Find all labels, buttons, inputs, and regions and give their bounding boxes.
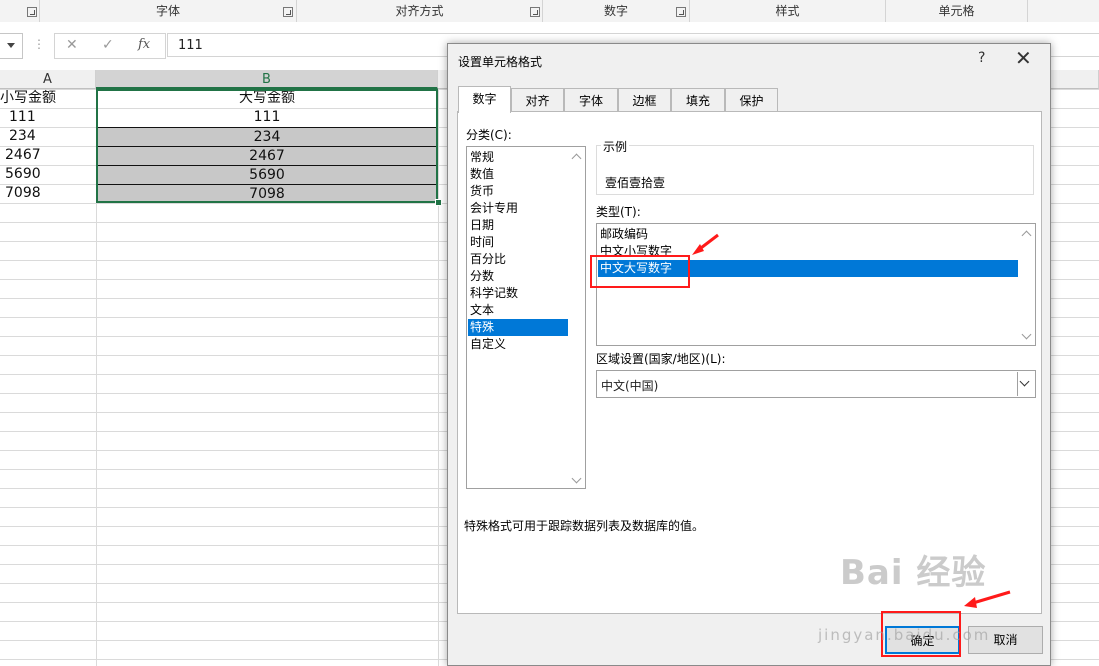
arrow-icon [964, 590, 1011, 608]
watermark-url: jingyan.baidu.com [818, 626, 991, 644]
arrow-icon [692, 233, 719, 255]
tab-number[interactable]: 数字 [458, 86, 511, 113]
watermark-logo: Bai 经验 [840, 553, 987, 593]
